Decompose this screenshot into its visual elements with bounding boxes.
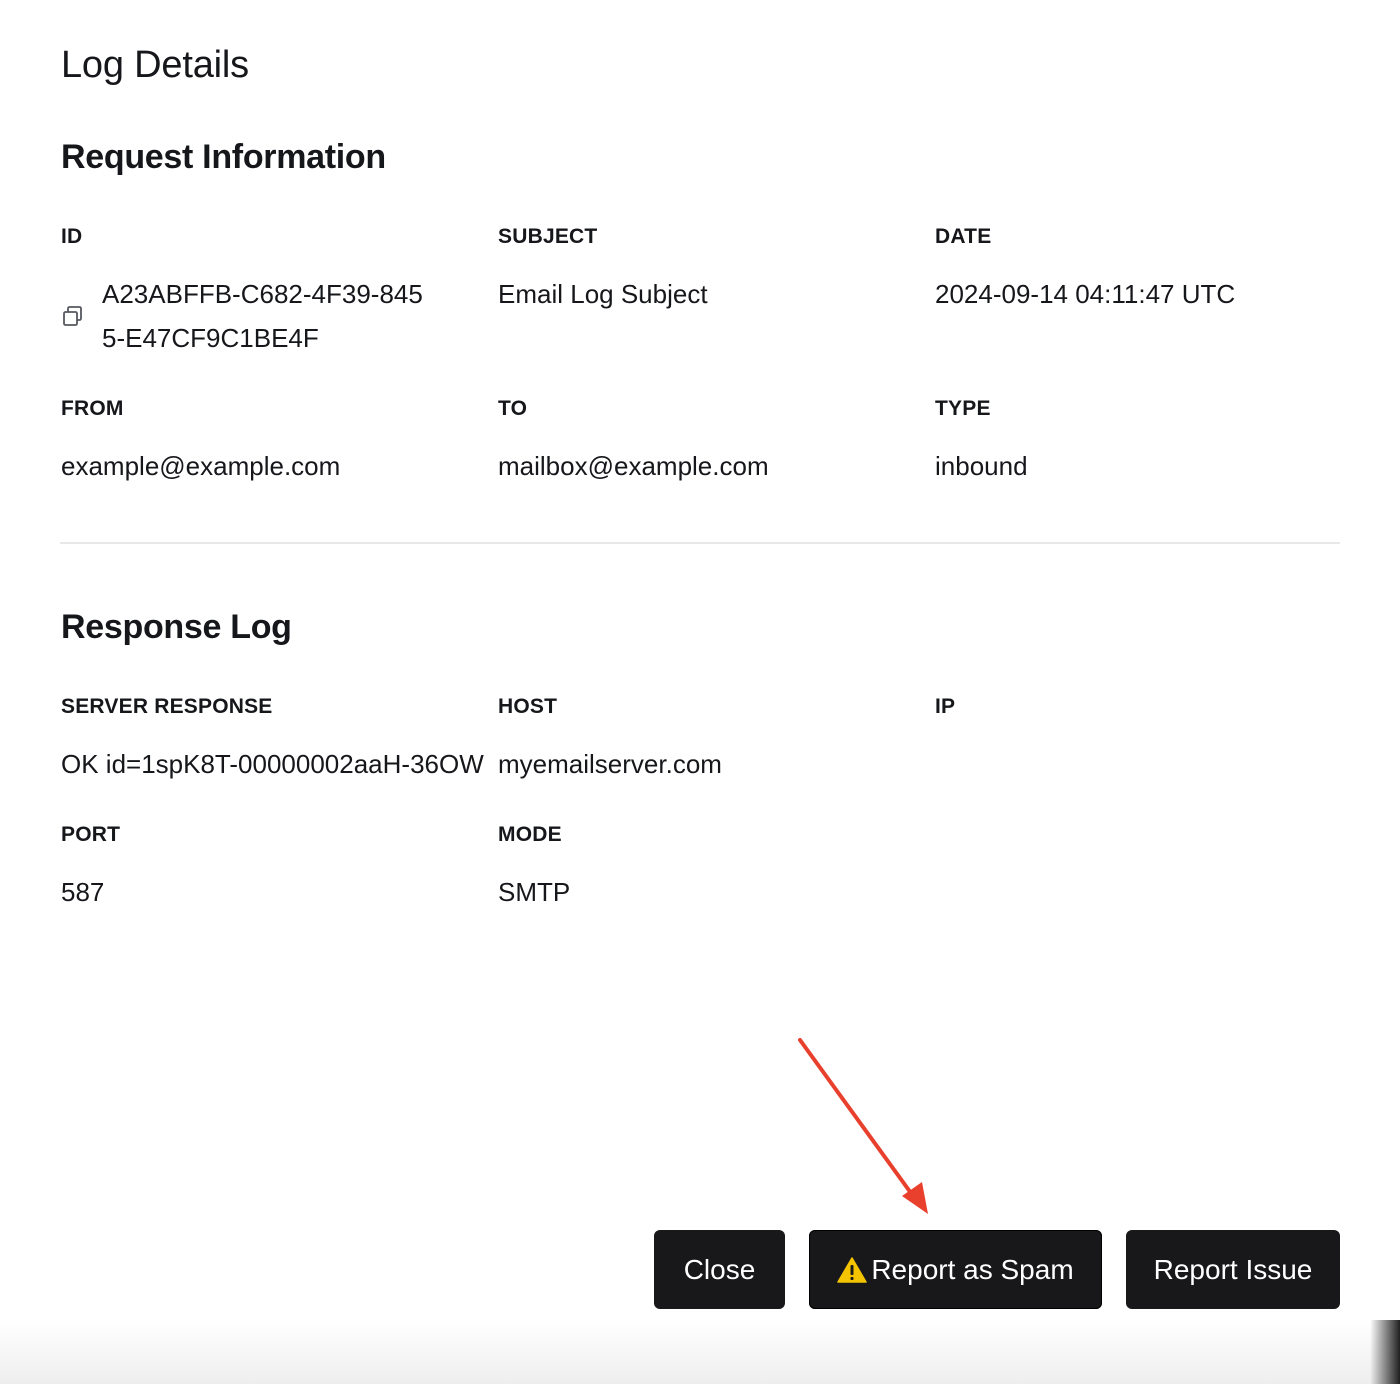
dialog-title: Log Details: [61, 44, 249, 86]
response-log-heading: Response Log: [61, 608, 292, 646]
from-value: example@example.com: [61, 451, 341, 481]
bottom-shadow: [0, 1320, 1400, 1384]
field-to: TO mailbox@example.com: [498, 396, 918, 488]
corner-shadow: [1370, 1320, 1400, 1384]
field-from: FROM example@example.com: [61, 396, 481, 488]
field-ip: IP: [935, 694, 1355, 742]
subject-value: Email Log Subject: [498, 279, 708, 309]
copy-icon[interactable]: [61, 304, 85, 328]
type-value: inbound: [935, 451, 1028, 481]
id-value: A23ABFFB-C682-4F39-8455-E47CF9C1BE4F: [102, 279, 423, 353]
host-value: myemailserver.com: [498, 749, 722, 779]
port-value: 587: [61, 877, 105, 907]
from-label: FROM: [61, 397, 124, 420]
report-issue-button[interactable]: Report Issue: [1126, 1230, 1340, 1309]
ip-label: IP: [935, 695, 956, 718]
close-button[interactable]: Close: [654, 1230, 785, 1309]
server-response-label: SERVER RESPONSE: [61, 695, 273, 718]
id-label: ID: [61, 225, 83, 248]
report-spam-label: Report as Spam: [871, 1253, 1074, 1285]
server-response-value: OK id=1spK8T-00000002aaH-36OW: [61, 749, 484, 779]
date-value: 2024-09-14 04:11:47 UTC: [935, 279, 1236, 309]
field-subject: SUBJECT Email Log Subject: [498, 224, 918, 316]
field-id: ID A23ABFFB-C682-4F39-8455-E47CF9C1BE4F: [61, 224, 481, 360]
section-divider: [60, 542, 1340, 544]
to-value: mailbox@example.com: [498, 451, 769, 481]
field-type: TYPE inbound: [935, 396, 1355, 488]
annotation-arrow: [798, 1038, 928, 1214]
mode-value: SMTP: [498, 877, 571, 907]
subject-label: SUBJECT: [498, 225, 598, 248]
report-spam-button[interactable]: Report as Spam: [809, 1230, 1102, 1309]
type-label: TYPE: [935, 397, 991, 420]
mode-label: MODE: [498, 823, 562, 846]
date-label: DATE: [935, 225, 992, 248]
id-value-row: A23ABFFB-C682-4F39-8455-E47CF9C1BE4F: [61, 272, 481, 360]
port-label: PORT: [61, 823, 121, 846]
field-mode: MODE SMTP: [498, 822, 918, 914]
warning-icon: [837, 1256, 868, 1283]
field-host: HOST myemailserver.com: [498, 694, 918, 786]
report-issue-label: Report Issue: [1153, 1253, 1313, 1285]
field-server-response: SERVER RESPONSE OK id=1spK8T-00000002aaH…: [61, 694, 484, 786]
close-button-label: Close: [683, 1253, 756, 1285]
host-label: HOST: [498, 695, 558, 718]
field-port: PORT 587: [61, 822, 481, 914]
request-information-heading: Request Information: [61, 138, 386, 176]
field-date: DATE 2024-09-14 04:11:47 UTC: [935, 224, 1355, 316]
to-label: TO: [498, 397, 528, 420]
log-details-dialog: Log Details Request Information ID A23AB…: [0, 0, 1400, 1384]
